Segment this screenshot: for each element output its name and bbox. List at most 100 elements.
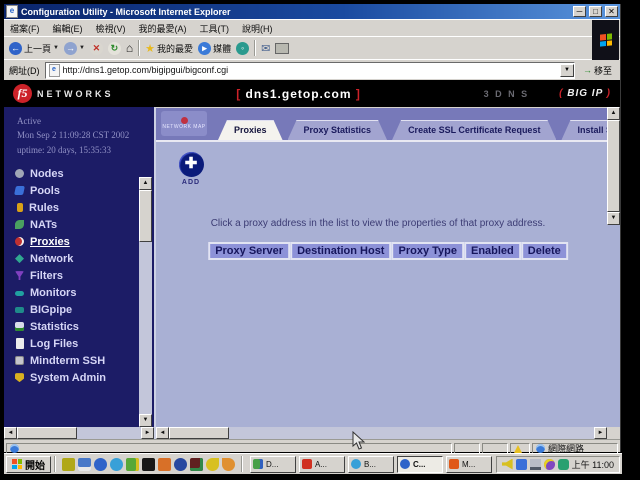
print-button[interactable] [275, 43, 289, 54]
scroll-down-icon[interactable]: ▼ [607, 212, 620, 225]
sidebar-item-pools[interactable]: Pools [15, 182, 154, 199]
bigpipe-icon [15, 307, 24, 313]
column-header-enabled[interactable]: Enabled [464, 242, 521, 260]
stop-button[interactable]: ✕ [90, 42, 103, 55]
tray-icon-2[interactable] [516, 459, 527, 470]
sidebar-item-bigpipe[interactable]: BIGpipe [15, 301, 154, 318]
column-header-proxy-server[interactable]: Proxy Server [208, 242, 290, 260]
quick-launch-icon-4[interactable] [110, 458, 123, 471]
sidebar-item-nats[interactable]: NATs [15, 216, 154, 233]
scroll-up-icon[interactable]: ▲ [139, 177, 152, 190]
task-window-3[interactable]: B... [348, 456, 394, 473]
volume-icon[interactable] [502, 459, 513, 470]
column-header-destination-host[interactable]: Destination Host [290, 242, 391, 260]
go-button[interactable]: → 移至 [580, 64, 615, 77]
task-window-5[interactable]: M... [446, 456, 492, 473]
log-files-icon [16, 338, 24, 349]
quick-launch-icon-9[interactable] [190, 458, 203, 471]
scrollbar-track[interactable] [139, 190, 152, 414]
back-dropdown-icon[interactable]: ▼ [53, 45, 59, 51]
menu-tools[interactable]: 工具(T) [200, 22, 230, 35]
media-icon: ▸ [198, 42, 211, 55]
main-horizontal-scrollbar[interactable]: ◄ ► [156, 427, 607, 439]
menu-help[interactable]: 說明(H) [242, 22, 273, 35]
task-window-label: M... [462, 460, 475, 469]
scrollbar-thumb[interactable] [607, 120, 620, 212]
sidebar-item-rules[interactable]: Rules [15, 199, 154, 216]
column-header-proxy-type[interactable]: Proxy Type [391, 242, 464, 260]
history-button[interactable]: ◦ [236, 42, 249, 55]
sidebar-item-monitors[interactable]: Monitors [15, 284, 154, 301]
task-window-2[interactable]: A... [299, 456, 345, 473]
scrollbar-track[interactable] [169, 427, 594, 439]
scrollbar-thumb[interactable] [169, 427, 229, 439]
tab-proxies[interactable]: Proxies [218, 120, 283, 140]
forward-dropdown-icon[interactable]: ▼ [79, 45, 85, 51]
task-window-1[interactable]: D... [250, 456, 296, 473]
scrollbar-track[interactable] [607, 120, 620, 212]
scrollbar-thumb[interactable] [17, 427, 77, 439]
scrollbar-thumb[interactable] [139, 190, 152, 242]
quick-launch-icon-6[interactable] [142, 458, 155, 471]
maximize-button[interactable]: □ [589, 6, 602, 17]
sidebar-item-nodes[interactable]: Nodes [15, 165, 154, 182]
scroll-down-icon[interactable]: ▼ [139, 414, 152, 427]
scroll-left-icon[interactable]: ◄ [156, 427, 169, 439]
tray-icon-4[interactable] [544, 459, 555, 470]
quick-launch-icon-10[interactable] [206, 458, 219, 471]
network-icon [15, 254, 24, 263]
menu-file[interactable]: 檔案(F) [10, 22, 40, 35]
refresh-button[interactable]: ↻ [108, 42, 121, 55]
sidebar-item-filters[interactable]: Filters [15, 267, 154, 284]
address-url[interactable]: http://dns1.getop.com/bigipgui/bigconf.c… [63, 65, 557, 75]
address-dropdown-button[interactable]: ▼ [560, 64, 574, 77]
ie-throbber-logo [592, 20, 619, 60]
show-desktop-icon[interactable] [78, 458, 91, 471]
sidebar-item-mindterm-ssh[interactable]: Mindterm SSH [15, 352, 154, 369]
network-tray-icon[interactable] [558, 459, 569, 470]
sidebar-item-system-admin[interactable]: System Admin [15, 369, 154, 386]
sidebar-item-log-files[interactable]: Log Files [15, 335, 154, 352]
back-button[interactable]: ← 上一頁 ▼ [9, 42, 59, 55]
main-vertical-scrollbar[interactable]: ▲ ▼ [607, 107, 620, 427]
system-datetime: Mon Sep 2 11:09:28 CST 2002 [17, 128, 138, 142]
sidebar-item-statistics[interactable]: Statistics [15, 318, 154, 335]
forward-button[interactable]: → ▼ [64, 42, 85, 55]
scroll-right-icon[interactable]: ► [141, 427, 154, 439]
menu-edit[interactable]: 編輯(E) [53, 22, 83, 35]
sidebar-horizontal-scrollbar[interactable]: ◄ ► [4, 427, 154, 439]
sidebar-item-label: Monitors [30, 287, 76, 299]
start-button[interactable]: 開始 [6, 456, 51, 473]
column-header-delete[interactable]: Delete [521, 242, 568, 260]
sidebar-vertical-scrollbar[interactable]: ▲ ▼ [139, 177, 152, 427]
scroll-right-icon[interactable]: ► [594, 427, 607, 439]
minimize-button[interactable]: ─ [573, 6, 586, 17]
quick-launch-icon-5[interactable] [126, 458, 139, 471]
task-window-configuration-utility[interactable]: C... [397, 456, 443, 473]
tab-proxy-statistics[interactable]: Proxy Statistics [288, 120, 388, 140]
media-button[interactable]: ▸ 媒體 [198, 42, 231, 55]
home-button[interactable]: ⌂ [126, 42, 133, 55]
quick-launch-icon-1[interactable] [62, 458, 75, 471]
rules-icon [17, 203, 23, 212]
mail-button[interactable]: ✉ [261, 42, 270, 55]
quick-launch-icon-7[interactable] [158, 458, 171, 471]
internet-explorer-icon[interactable] [94, 458, 107, 471]
display-icon[interactable] [530, 459, 541, 470]
scroll-up-icon[interactable]: ▲ [607, 107, 620, 120]
network-map-label: NETWORK MAP [162, 124, 205, 130]
menu-view[interactable]: 檢視(V) [96, 22, 126, 35]
quick-launch-icon-11[interactable] [222, 458, 235, 471]
tab-create-ssl-certificate-request[interactable]: Create SSL Certificate Request [392, 120, 556, 140]
scroll-left-icon[interactable]: ◄ [4, 427, 17, 439]
sidebar-item-network[interactable]: Network [15, 250, 154, 267]
address-field[interactable]: e http://dns1.getop.com/bigipgui/bigconf… [45, 62, 575, 79]
network-map-button[interactable]: NETWORK MAP [161, 111, 207, 136]
quick-launch-icon-8[interactable] [174, 458, 187, 471]
menu-favorites[interactable]: 我的最愛(A) [139, 22, 187, 35]
add-proxy-button[interactable]: ✚ ADD [176, 152, 206, 186]
close-button[interactable]: ✕ [605, 6, 618, 17]
sidebar-item-proxies[interactable]: Proxies [15, 233, 154, 250]
scrollbar-track[interactable] [17, 427, 141, 439]
favorites-button[interactable]: ★ 我的最愛 [145, 42, 193, 55]
